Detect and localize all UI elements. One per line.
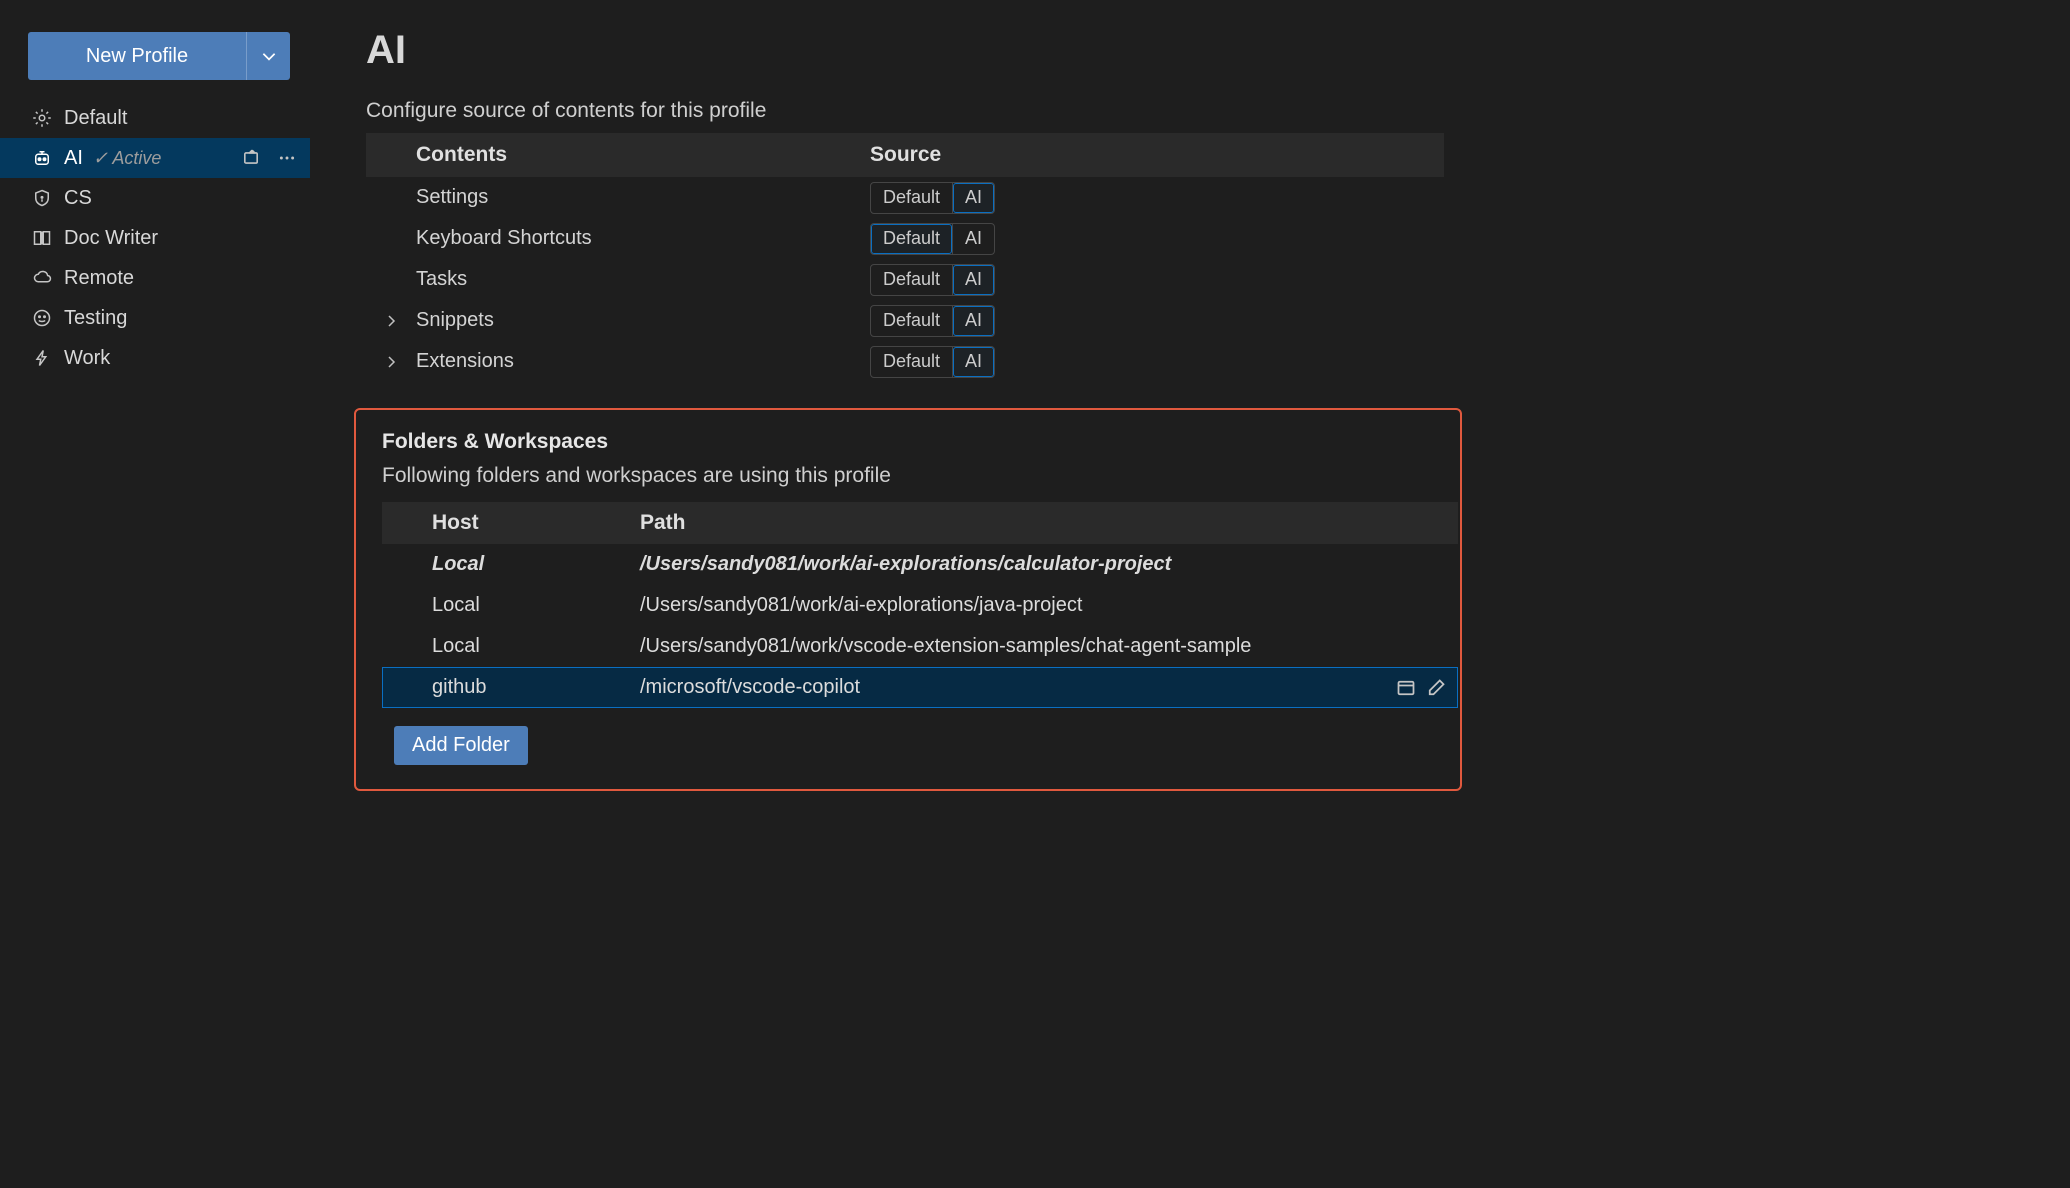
shield-icon (30, 188, 54, 208)
source-toggle: DefaultAI (870, 223, 995, 255)
new-profile-label: New Profile (28, 45, 246, 68)
sidebar-item-label: Doc Writer (64, 227, 158, 250)
folder-path: /Users/sandy081/work/ai-explorations/jav… (640, 594, 1380, 617)
contents-description: Configure source of contents for this pr… (366, 99, 2070, 123)
source-option-default[interactable]: Default (871, 224, 952, 254)
sidebar-item-doc-writer[interactable]: Doc Writer (0, 218, 310, 258)
sidebar-item-label: Work (64, 347, 110, 370)
contents-row: SnippetsDefaultAI (366, 300, 1444, 341)
chevron-down-icon (260, 47, 278, 65)
sidebar-item-label: Remote (64, 267, 134, 290)
contents-row-name: Extensions (416, 350, 870, 373)
robot-icon (30, 148, 54, 168)
contents-row-name: Snippets (416, 309, 870, 332)
contents-row: TasksDefaultAI (366, 259, 1444, 300)
sidebar-item-default[interactable]: Default (0, 98, 310, 138)
folders-workspaces-section: Folders & Workspaces Following folders a… (354, 408, 1462, 791)
folder-row[interactable]: Local/Users/sandy081/work/ai-exploration… (382, 585, 1458, 626)
sidebar-item-label: CS (64, 187, 92, 210)
folder-host: Local (382, 635, 640, 658)
folder-row[interactable]: Local/Users/sandy081/work/vscode-extensi… (382, 626, 1458, 667)
folder-row[interactable]: github/microsoft/vscode-copilot (382, 667, 1458, 708)
folder-path: /Users/sandy081/work/vscode-extension-sa… (640, 635, 1380, 658)
contents-row: Keyboard ShortcutsDefaultAI (366, 218, 1444, 259)
sidebar-item-label: Testing (64, 307, 127, 330)
contents-table-header: Contents Source (366, 133, 1444, 177)
source-toggle: DefaultAI (870, 305, 995, 337)
folders-header-path: Path (640, 511, 1458, 535)
new-profile-dropdown-button[interactable] (246, 32, 290, 80)
new-window-icon[interactable] (242, 149, 260, 167)
lightning-icon (30, 348, 54, 368)
folder-host: Local (382, 553, 640, 576)
folder-path: /microsoft/vscode-copilot (640, 676, 1380, 699)
contents-table: Contents Source SettingsDefaultAIKeyboar… (366, 133, 1444, 382)
main-panel: AI Configure source of contents for this… (310, 0, 2070, 1188)
source-option-ai[interactable]: AI (953, 265, 994, 295)
contents-header-name: Contents (416, 143, 870, 167)
folders-table: Host Path Local/Users/sandy081/work/ai-e… (382, 502, 1458, 708)
source-option-ai[interactable]: AI (953, 183, 994, 213)
add-folder-label: Add Folder (412, 734, 510, 756)
source-option-ai[interactable]: AI (953, 347, 994, 377)
source-option-default[interactable]: Default (871, 183, 952, 213)
gear-icon (30, 108, 54, 128)
more-icon[interactable] (278, 149, 296, 167)
profile-status: ✓ Active (93, 148, 161, 169)
contents-row-name: Tasks (416, 268, 870, 291)
source-option-ai[interactable]: AI (953, 224, 994, 254)
new-profile-button[interactable]: New Profile (28, 32, 290, 80)
sidebar-item-label: AI (64, 147, 83, 170)
source-option-default[interactable]: Default (871, 347, 952, 377)
contents-row-name: Keyboard Shortcuts (416, 227, 870, 250)
page-title: AI (366, 28, 2070, 73)
folders-title: Folders & Workspaces (382, 430, 1460, 454)
source-toggle: DefaultAI (870, 264, 995, 296)
sidebar-item-label: Default (64, 107, 127, 130)
chevron-right-icon[interactable] (383, 313, 399, 329)
folders-description: Following folders and workspaces are usi… (382, 464, 1460, 488)
sidebar-item-testing[interactable]: Testing (0, 298, 310, 338)
open-window-icon[interactable] (1396, 678, 1416, 698)
contents-row: SettingsDefaultAI (366, 177, 1444, 218)
source-toggle: DefaultAI (870, 182, 995, 214)
edit-icon[interactable] (1426, 678, 1446, 698)
source-option-ai[interactable]: AI (953, 306, 994, 336)
folder-row[interactable]: Local/Users/sandy081/work/ai-exploration… (382, 544, 1458, 585)
contents-row-name: Settings (416, 186, 870, 209)
contents-header-source: Source (870, 143, 1444, 167)
sidebar-item-remote[interactable]: Remote (0, 258, 310, 298)
source-toggle: DefaultAI (870, 346, 995, 378)
sidebar: New Profile Default AI ✓ ActiveCS Doc Write… (0, 0, 310, 1188)
folders-header-host: Host (382, 511, 640, 535)
contents-row: ExtensionsDefaultAI (366, 341, 1444, 382)
smiley-icon (30, 308, 54, 328)
add-folder-button[interactable]: Add Folder (394, 726, 528, 765)
sidebar-item-work[interactable]: Work (0, 338, 310, 378)
sidebar-item-cs[interactable]: CS (0, 178, 310, 218)
book-icon (30, 228, 54, 248)
folder-host: github (382, 676, 640, 699)
source-option-default[interactable]: Default (871, 265, 952, 295)
folders-table-header: Host Path (382, 502, 1458, 544)
folder-host: Local (382, 594, 640, 617)
profile-list: Default AI ✓ ActiveCS Doc Writer Remote Testi… (0, 98, 310, 378)
chevron-right-icon[interactable] (383, 354, 399, 370)
folder-path: /Users/sandy081/work/ai-explorations/cal… (640, 553, 1380, 576)
sidebar-item-ai[interactable]: AI ✓ Active (0, 138, 310, 178)
cloud-icon (30, 268, 54, 288)
source-option-default[interactable]: Default (871, 306, 952, 336)
